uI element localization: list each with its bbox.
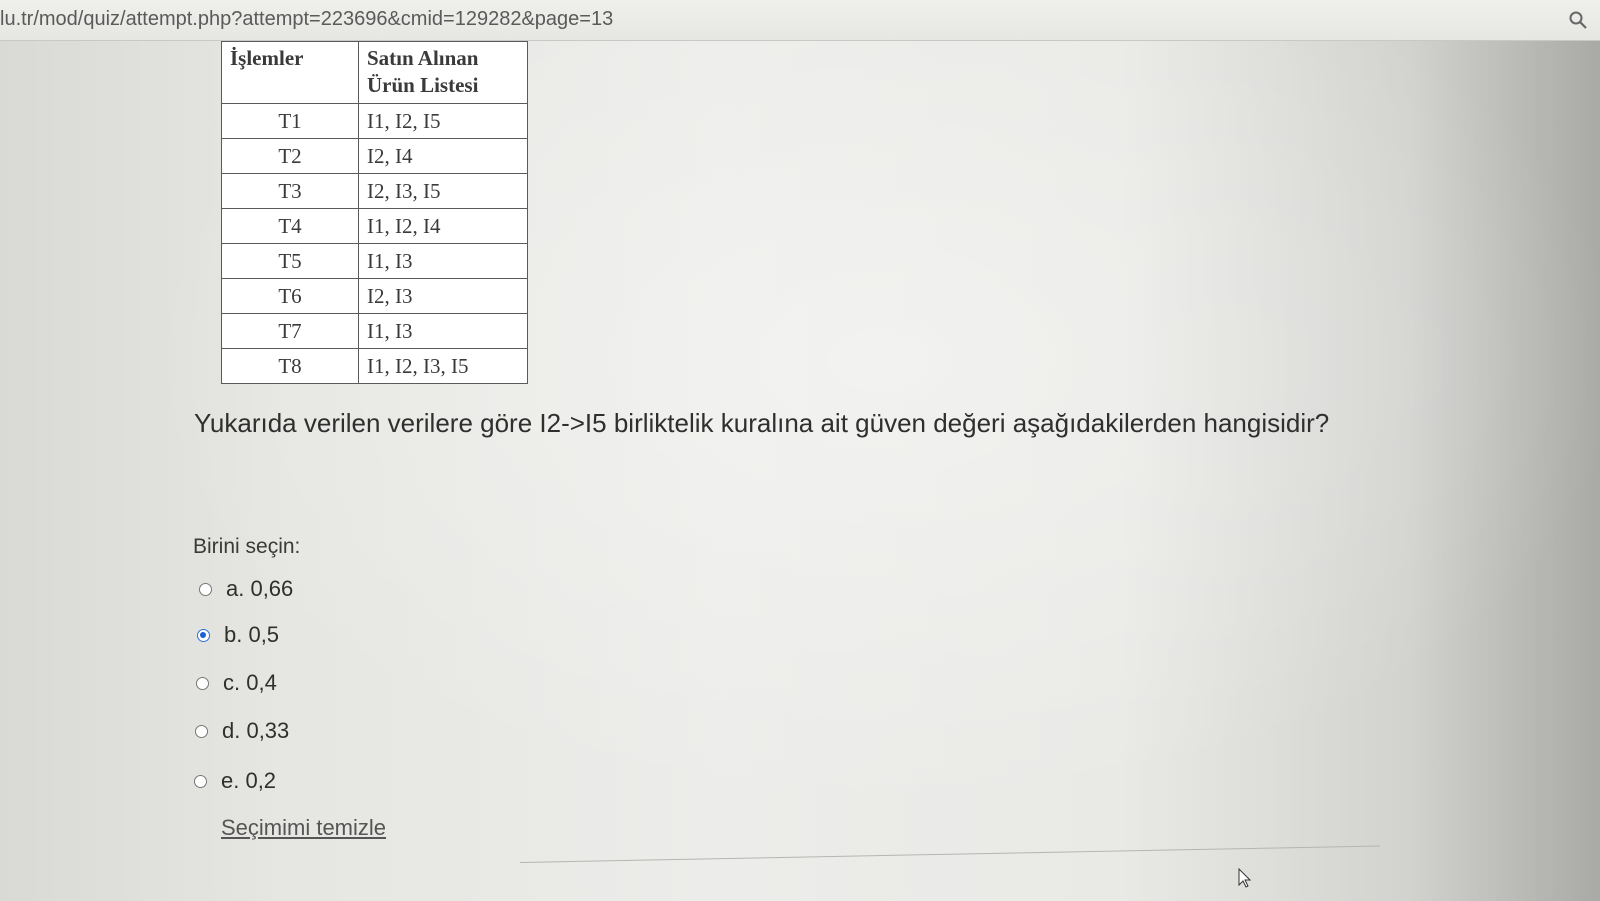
table-header-row: İşlemler Satın Alınan Ürün Listesi — [221, 41, 528, 104]
radio-button-b[interactable] — [197, 628, 210, 642]
header-transactions: İşlemler — [221, 41, 359, 104]
option-a[interactable]: a. 0,66 — [199, 576, 293, 602]
divider — [519, 845, 1380, 863]
option-d[interactable]: d. 0,33 — [195, 718, 289, 744]
item-list-cell: I1, I2, I4 — [358, 208, 528, 244]
transaction-id-cell: T1 — [221, 103, 359, 139]
table-row: T3 I2, I3, I5 — [221, 173, 528, 209]
transaction-id-cell: T3 — [221, 173, 359, 209]
option-c-label[interactable]: c. 0,4 — [223, 670, 277, 696]
transaction-id-cell: T2 — [221, 138, 359, 174]
browser-address-bar[interactable]: lu.tr/mod/quiz/attempt.php?attempt=22369… — [0, 0, 1600, 41]
transaction-id-cell: T6 — [221, 278, 359, 314]
item-list-cell: I1, I2, I3, I5 — [358, 348, 528, 384]
header-purchased-items: Satın Alınan Ürün Listesi — [358, 41, 528, 104]
transaction-id-cell: T4 — [221, 208, 359, 244]
table-row: T6 I2, I3 — [221, 278, 528, 314]
zoom-icon[interactable] — [1568, 10, 1588, 30]
transaction-id-cell: T8 — [221, 348, 359, 384]
table-row: T7 I1, I3 — [221, 313, 528, 349]
clear-selection-link[interactable]: Seçimimi temizle — [221, 815, 386, 841]
table-row: T5 I1, I3 — [221, 243, 528, 279]
radio-button-c[interactable] — [196, 676, 209, 690]
choice-prompt: Birini seçin: — [193, 535, 301, 558]
item-list-cell: I2, I3 — [358, 278, 528, 314]
option-b[interactable]: b. 0,5 — [197, 622, 279, 648]
table-row: T2 I2, I4 — [221, 138, 528, 174]
item-list-cell: I1, I2, I5 — [358, 103, 528, 139]
item-list-cell: I2, I3, I5 — [358, 173, 528, 209]
option-c[interactable]: c. 0,4 — [196, 670, 277, 696]
item-list-cell: I2, I4 — [358, 138, 528, 174]
item-list-cell: I1, I3 — [358, 313, 528, 349]
option-e-label[interactable]: e. 0,2 — [221, 768, 276, 794]
option-d-label[interactable]: d. 0,33 — [222, 718, 289, 744]
transaction-id-cell: T5 — [221, 243, 359, 279]
mouse-cursor-icon — [1238, 868, 1252, 888]
radio-button-d[interactable] — [195, 724, 208, 738]
option-b-label[interactable]: b. 0,5 — [224, 622, 279, 648]
radio-button-a[interactable] — [199, 582, 212, 596]
transaction-id-cell: T7 — [221, 313, 359, 349]
item-list-cell: I1, I3 — [358, 243, 528, 279]
option-a-label[interactable]: a. 0,66 — [226, 576, 293, 602]
question-text: Yukarıda verilen verilere göre I2->I5 bi… — [194, 408, 1330, 438]
transactions-table: İşlemler Satın Alınan Ürün Listesi T1 I1… — [221, 41, 528, 384]
url-text[interactable]: lu.tr/mod/quiz/attempt.php?attempt=22369… — [0, 8, 613, 31]
table-row: T1 I1, I2, I5 — [221, 103, 528, 139]
option-e[interactable]: e. 0,2 — [194, 768, 276, 794]
radio-button-e[interactable] — [194, 774, 207, 788]
table-row: T4 I1, I2, I4 — [221, 208, 528, 244]
table-row: T8 I1, I2, I3, I5 — [221, 348, 528, 384]
